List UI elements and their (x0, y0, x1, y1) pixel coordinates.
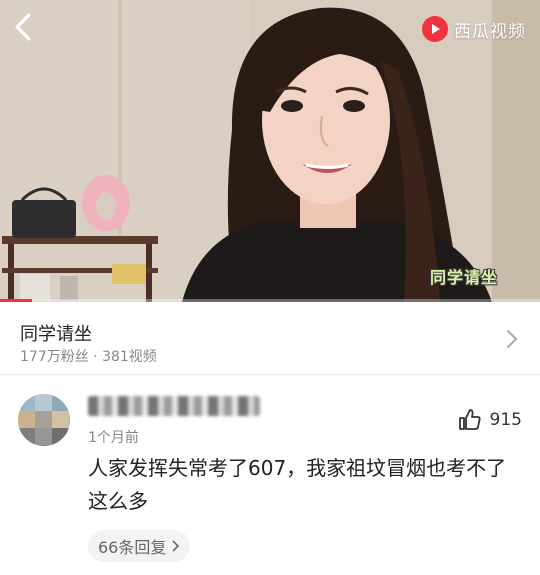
comment-text: 人家发挥失常考了607，我家祖坟冒烟也考不了这么多 (88, 456, 507, 513)
video-progress-bar[interactable] (0, 299, 540, 302)
brand-name: 西瓜视频 (454, 21, 526, 42)
channel-stats: 177万粉丝 · 381视频 (20, 349, 157, 365)
comment-item: 1个月前 915 人家发挥失常考了607，我家祖坟冒烟也考不了这么多 66条回复 (0, 376, 540, 575)
channel-name: 同学请坐 (20, 324, 92, 345)
replies-label: 66条回复 (98, 538, 167, 557)
video-frame (0, 0, 540, 302)
username-blurred[interactable] (88, 396, 260, 416)
video-watermark: 同学请坐 (430, 268, 499, 287)
thumbs-up-icon (458, 409, 481, 430)
chevron-right-icon (507, 330, 518, 348)
video-progress-fill (0, 299, 33, 302)
avatar[interactable] (18, 394, 70, 446)
chevron-right-icon (173, 540, 180, 552)
xigua-logo-icon (422, 16, 448, 42)
like-count: 915 (489, 410, 522, 430)
replies-button[interactable]: 66条回复 (88, 530, 191, 562)
like-button[interactable]: 915 (458, 408, 522, 432)
brand-badge: 西瓜视频 (422, 16, 526, 42)
channel-row[interactable]: 同学请坐 177万粉丝 · 381视频 (0, 303, 540, 375)
comment-time: 1个月前 (88, 430, 139, 446)
back-arrow-icon[interactable] (10, 12, 38, 42)
video-player[interactable]: 西瓜视频 同学请坐 (0, 0, 540, 302)
